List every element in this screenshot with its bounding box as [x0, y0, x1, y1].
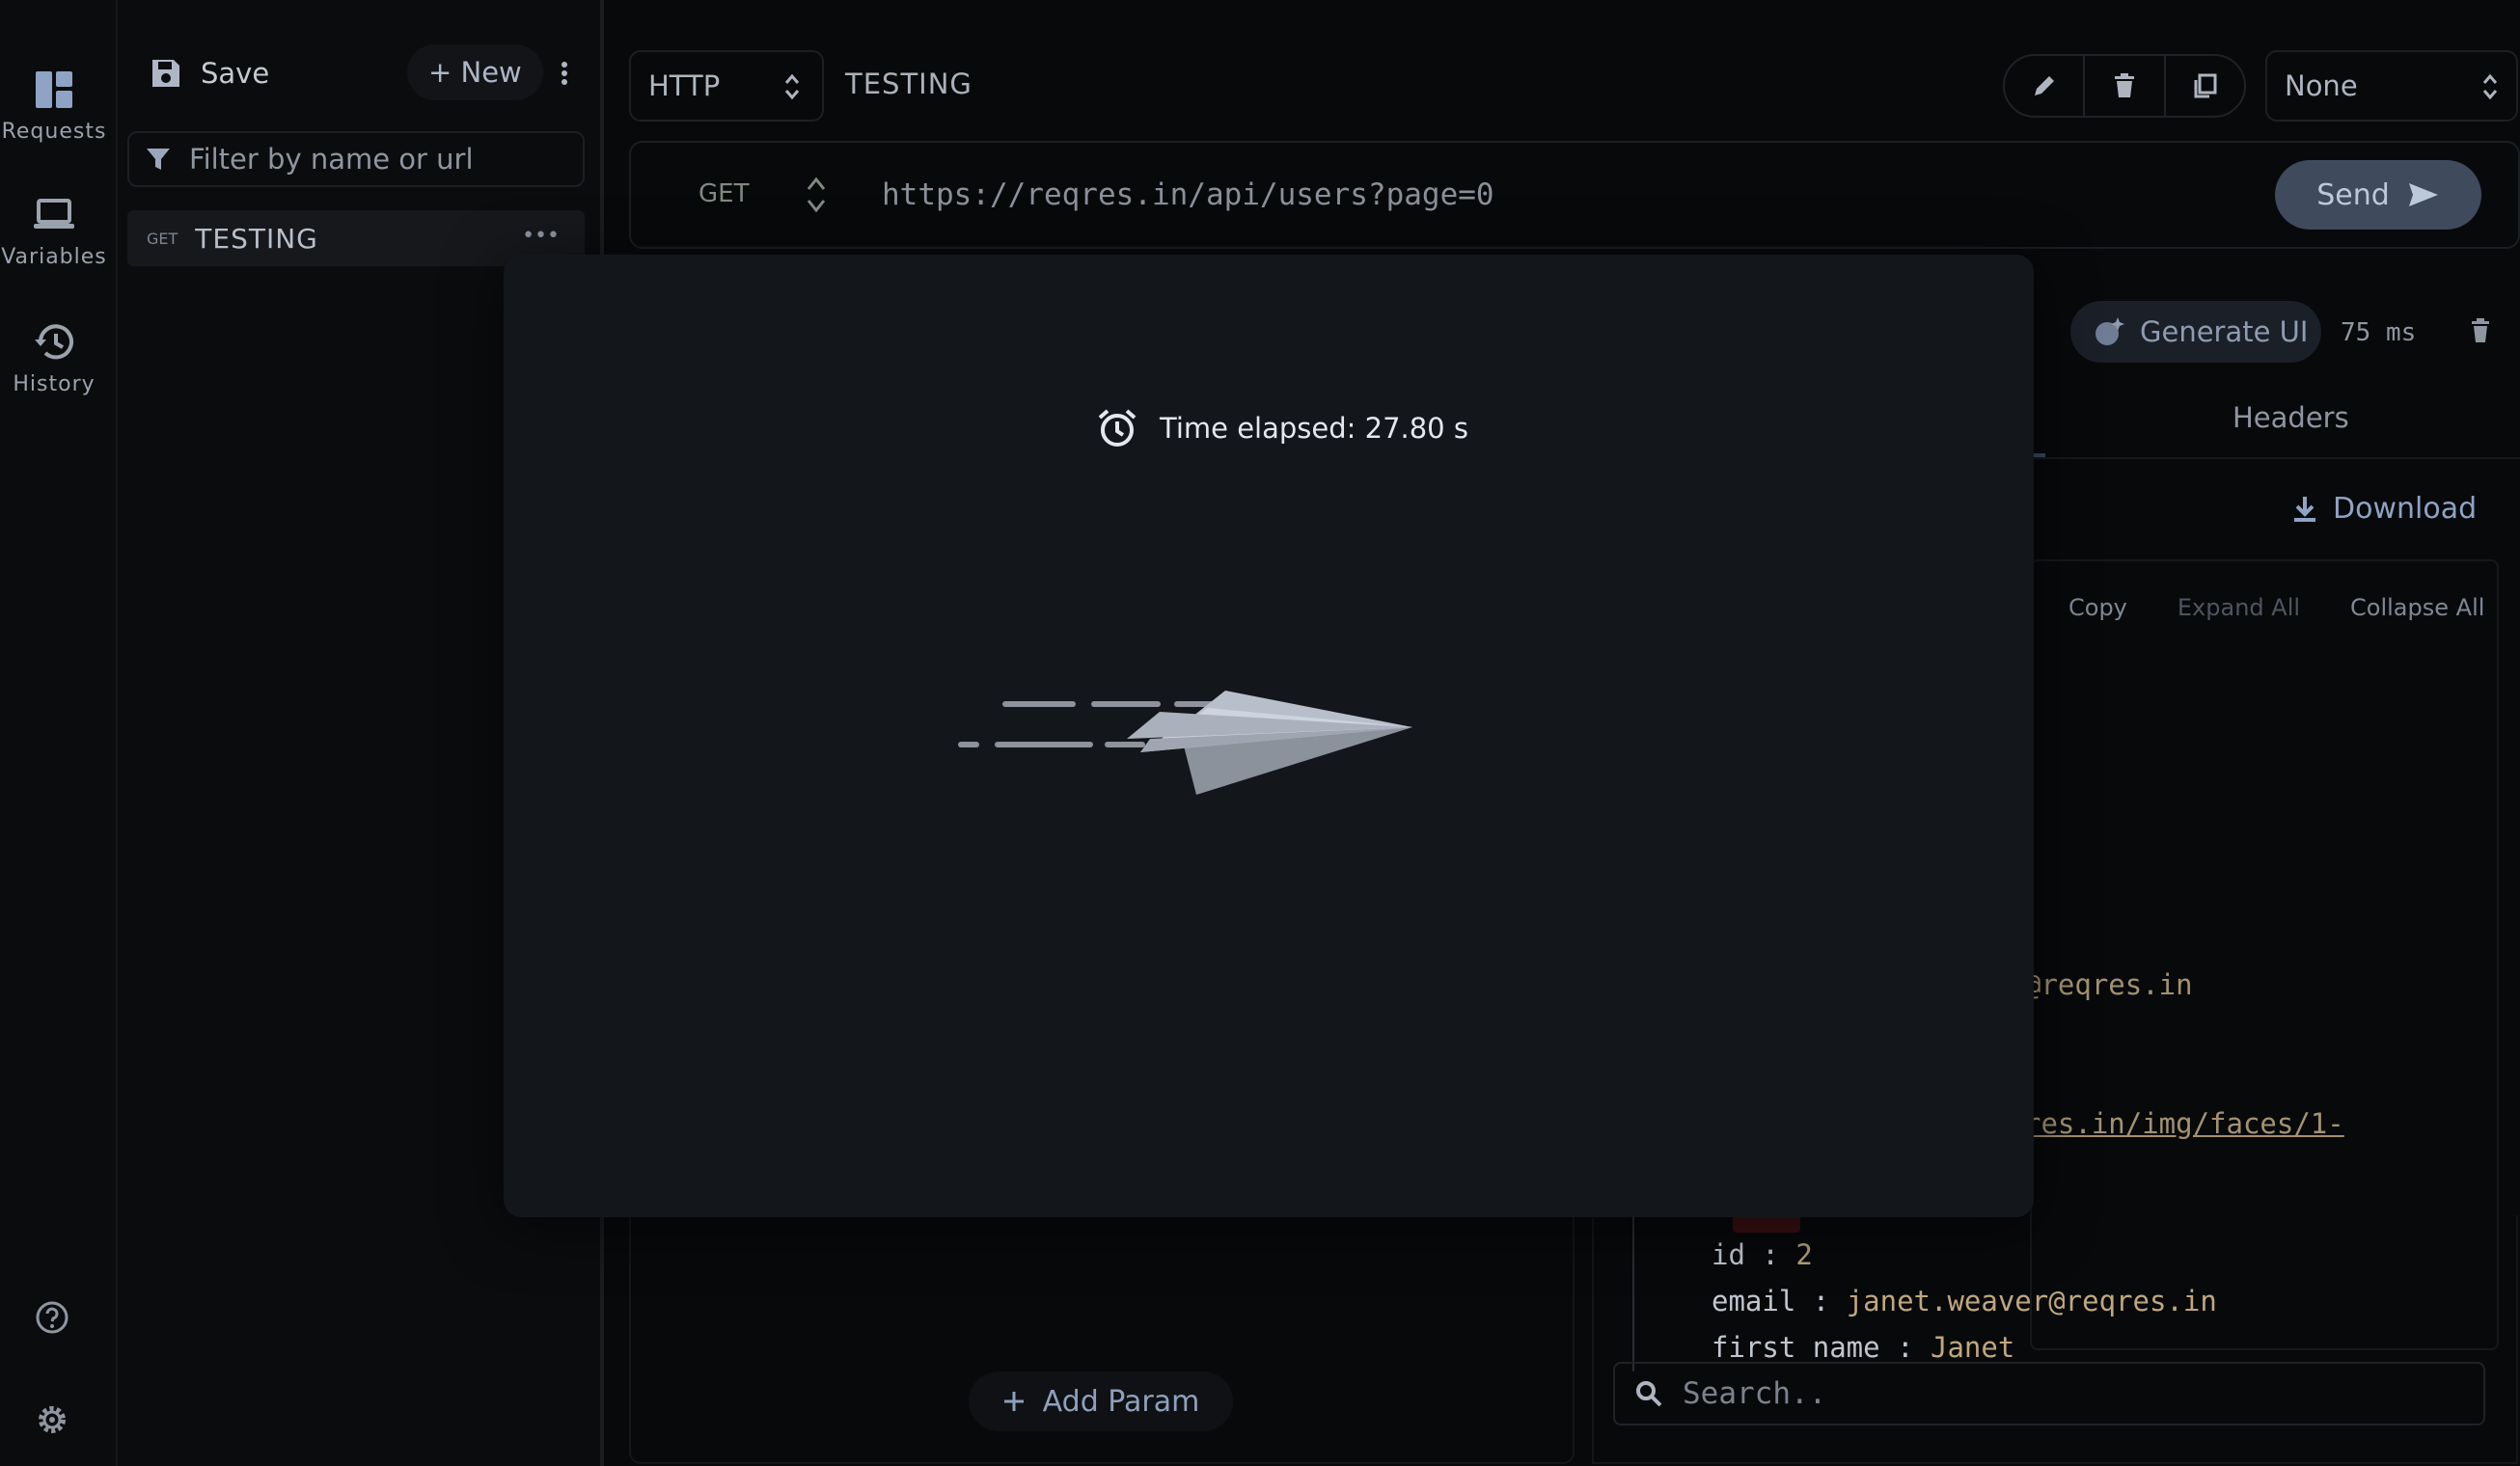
json-key-id: id: [1712, 1238, 1745, 1271]
edit-button[interactable]: [2005, 56, 2086, 116]
more-options-icon[interactable]: [550, 56, 579, 91]
send-label: Send: [2316, 177, 2390, 212]
url-input[interactable]: https://reqres.in/api/users?page=0: [882, 177, 1494, 212]
json-email-fragment: @reqres.in: [2024, 968, 2193, 1001]
download-label: Download: [2333, 492, 2478, 526]
response-time: 75 ms: [2341, 318, 2417, 347]
json-tree-guide: [1632, 1217, 1634, 1371]
help-icon[interactable]: [33, 1298, 75, 1341]
pencil-icon: [2031, 72, 2058, 99]
save-button[interactable]: Save: [149, 50, 269, 96]
floppy-disk-icon: [149, 56, 183, 91]
generate-ui-label: Generate UI: [2140, 315, 2309, 348]
json-line-first-name: first_name : Janet: [1712, 1331, 2014, 1360]
json-search-input[interactable]: Search..: [1613, 1362, 2485, 1425]
request-name: TESTING: [195, 222, 318, 255]
delete-request-button[interactable]: [2085, 56, 2166, 116]
json-line-email: email : janet.weaver@reqres.in: [1712, 1285, 2217, 1317]
history-icon: [32, 320, 76, 365]
method-arrows-icon[interactable]: [805, 174, 828, 216]
send-button[interactable]: Send: [2275, 160, 2481, 230]
paper-plane-illustration: [928, 650, 1488, 824]
expand-all-button[interactable]: Expand All: [2178, 594, 2300, 621]
rail-label-variables: Variables: [1, 245, 107, 269]
plus-icon: [1002, 1390, 1026, 1413]
alarm-clock-icon: [1096, 407, 1138, 449]
trash-icon: [2112, 72, 2137, 99]
method-select[interactable]: GET: [698, 179, 749, 208]
json-key-email: email: [1712, 1285, 1796, 1317]
json-value-email: janet.weaver@reqres.in: [1846, 1285, 2217, 1317]
rail-item-requests[interactable]: Requests: [0, 68, 108, 144]
filter-input[interactable]: Filter by name or url: [127, 131, 585, 187]
download-button[interactable]: Download: [2292, 492, 2477, 526]
filter-icon: [145, 146, 172, 173]
request-method: GET: [147, 229, 178, 248]
json-value-id: 2: [1795, 1238, 1813, 1271]
json-value-first-name: Janet: [1931, 1331, 2015, 1360]
rail-item-variables[interactable]: Variables: [0, 193, 108, 269]
elapsed-text: Time elapsed: 27.80 s: [1160, 412, 1468, 445]
json-actions: Copy Expand All Collapse All: [2068, 594, 2484, 621]
json-key-first-name: first_name: [1712, 1331, 1880, 1360]
collapse-all-button[interactable]: Collapse All: [2350, 594, 2484, 621]
nav-rail: Requests Variables History: [0, 0, 118, 1466]
tabs-divider: [2030, 457, 2520, 459]
duplicate-button[interactable]: [2166, 56, 2244, 116]
clear-response-icon[interactable]: [2470, 318, 2491, 343]
send-icon: [2407, 181, 2440, 208]
ai-sparkle-icon: [2092, 314, 2126, 349]
copy-icon: [2191, 72, 2218, 99]
rail-item-history[interactable]: History: [0, 320, 108, 396]
download-icon: [2292, 495, 2317, 524]
protocol-select[interactable]: HTTP: [629, 50, 824, 122]
environment-select[interactable]: None: [2265, 50, 2518, 122]
gear-icon[interactable]: [33, 1400, 75, 1443]
sending-request-modal: Time elapsed: 27.80 s: [504, 255, 2034, 1217]
request-actions: [2003, 54, 2246, 118]
add-param-label: Add Param: [1042, 1384, 1200, 1419]
request-title[interactable]: TESTING: [845, 68, 972, 100]
environment-value: None: [2285, 69, 2358, 102]
url-bar: GET https://reqres.in/api/users?page=0: [629, 141, 2520, 249]
tab-headers[interactable]: Headers: [2232, 401, 2349, 434]
dashboard-icon: [32, 68, 76, 112]
elapsed-timer: Time elapsed: 27.80 s: [1096, 407, 1468, 449]
request-more-icon[interactable]: •••: [522, 224, 560, 248]
select-arrows-icon: [783, 71, 801, 102]
rail-label-requests: Requests: [1, 120, 107, 144]
json-avatar-fragment[interactable]: res.in/img/faces/1-: [2024, 1107, 2344, 1140]
add-param-button[interactable]: Add Param: [969, 1371, 1233, 1431]
laptop-icon: [32, 193, 76, 237]
search-placeholder: Search..: [1683, 1376, 1827, 1411]
search-icon: [1634, 1379, 1663, 1408]
json-line-id: id : 2: [1712, 1238, 1813, 1271]
new-request-button[interactable]: + New: [407, 44, 543, 100]
save-label: Save: [201, 57, 270, 90]
protocol-value: HTTP: [648, 69, 721, 102]
copy-json-button[interactable]: Copy: [2068, 594, 2127, 621]
generate-ui-button[interactable]: Generate UI: [2070, 301, 2321, 363]
filter-placeholder: Filter by name or url: [189, 143, 474, 176]
select-arrows-icon: [2481, 71, 2499, 102]
rail-label-history: History: [13, 372, 96, 396]
